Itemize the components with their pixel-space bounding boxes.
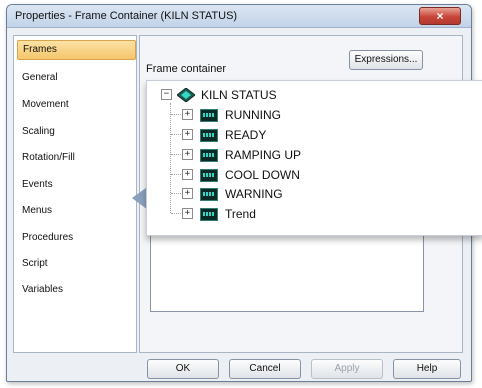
sidebar-item-general[interactable]: General — [17, 68, 134, 88]
expand-icon[interactable]: + — [182, 129, 193, 140]
expand-icon[interactable]: + — [182, 169, 193, 180]
title-bar[interactable]: Properties - Frame Container (KILN STATU… — [7, 5, 471, 28]
frame-container-label: Frame container — [146, 63, 227, 75]
sidebar-item-variables[interactable]: Variables — [17, 280, 134, 300]
expand-icon[interactable]: + — [182, 109, 193, 120]
collapse-icon[interactable]: − — [161, 89, 172, 100]
close-icon: × — [436, 9, 444, 23]
expressions-button[interactable]: Expressions... — [349, 50, 423, 70]
frame-tree-zoom: − KILN STATUS + RUNNING + READY + RAMPIN… — [146, 80, 482, 236]
cancel-button[interactable]: Cancel — [229, 359, 301, 379]
tree-item-warning[interactable]: WARNING — [225, 187, 283, 201]
container-icon — [177, 88, 195, 102]
expand-icon[interactable]: + — [182, 208, 193, 219]
expand-icon[interactable]: + — [182, 149, 193, 160]
category-sidebar: Frames General Movement Scaling Rotation… — [13, 35, 137, 353]
sidebar-item-rotation-fill[interactable]: Rotation/Fill — [17, 148, 134, 168]
sidebar-item-scaling[interactable]: Scaling — [17, 122, 134, 142]
tree-item-ready[interactable]: READY — [225, 128, 266, 142]
tree-connector-vertical — [170, 103, 171, 213]
tree-item-ramping-up[interactable]: RAMPING UP — [225, 148, 301, 162]
frame-icon — [200, 188, 218, 201]
sidebar-item-movement[interactable]: Movement — [17, 95, 134, 115]
frame-icon — [200, 169, 218, 182]
tree-item-running[interactable]: RUNNING — [225, 108, 281, 122]
sidebar-item-script[interactable]: Script — [17, 254, 134, 274]
frame-icon — [200, 149, 218, 162]
frame-icon — [200, 129, 218, 142]
tree-item-trend[interactable]: Trend — [225, 207, 256, 221]
window-title: Properties - Frame Container (KILN STATU… — [15, 10, 238, 22]
sidebar-item-events[interactable]: Events — [17, 175, 134, 195]
apply-button[interactable]: Apply — [311, 359, 383, 379]
frame-icon — [200, 109, 218, 122]
help-button[interactable]: Help — [393, 359, 461, 379]
tree-item-cool-down[interactable]: COOL DOWN — [225, 168, 300, 182]
sidebar-item-procedures[interactable]: Procedures — [17, 228, 134, 248]
sidebar-item-menus[interactable]: Menus — [17, 201, 134, 221]
tree-root-label[interactable]: KILN STATUS — [201, 88, 277, 102]
close-button[interactable]: × — [419, 7, 461, 25]
expand-icon[interactable]: + — [182, 188, 193, 199]
ok-button[interactable]: OK — [147, 359, 219, 379]
sidebar-item-frames[interactable]: Frames — [17, 40, 136, 60]
frame-icon — [200, 208, 218, 221]
